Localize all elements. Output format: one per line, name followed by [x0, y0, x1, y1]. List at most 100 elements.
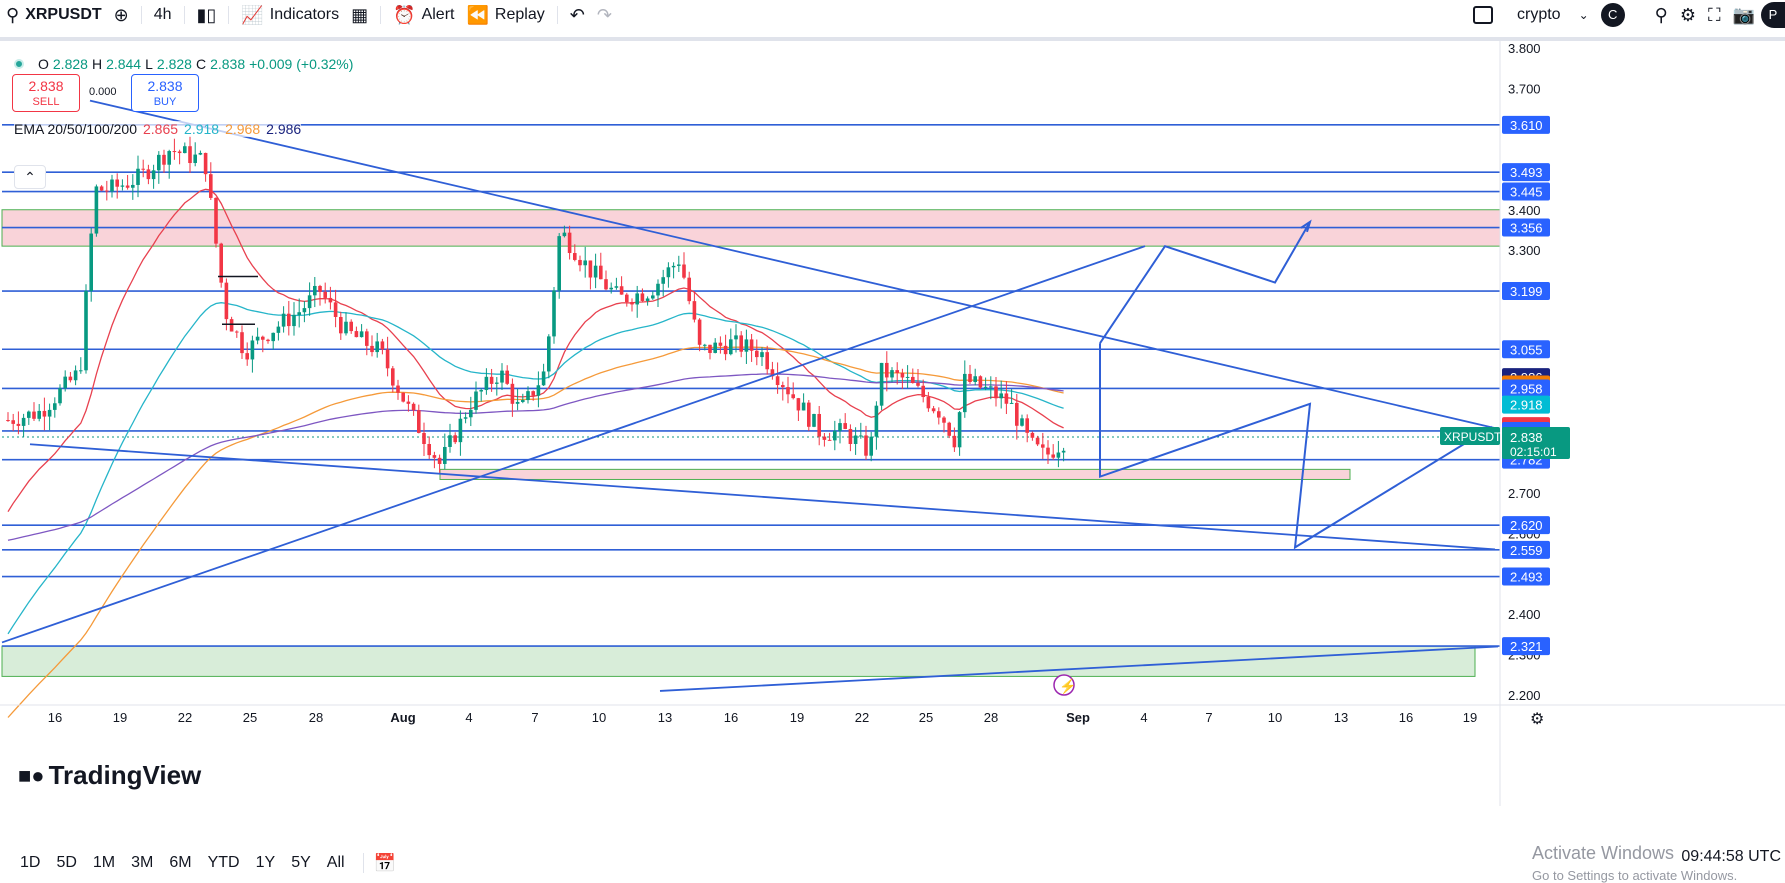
candle-body — [562, 232, 567, 237]
candle-body — [235, 331, 239, 333]
timeframe-5d[interactable]: 5D — [48, 854, 84, 872]
candle-body — [125, 185, 130, 188]
collapse-legend-button[interactable]: ⌃ — [14, 165, 46, 189]
candle-body — [359, 331, 364, 338]
candle-body — [900, 372, 905, 378]
candle-body — [765, 352, 769, 370]
price-badge-label: 2.918 — [1510, 398, 1543, 413]
candle-body — [1056, 452, 1061, 458]
candle-body — [432, 455, 437, 458]
time-tick: 16 — [1399, 710, 1413, 725]
timeframe-1d[interactable]: 1D — [12, 854, 48, 872]
axis-gear-icon[interactable]: ⚙ — [1530, 711, 1544, 728]
open-label: O — [38, 56, 49, 72]
candle-body — [697, 319, 702, 345]
candle-body — [505, 370, 509, 384]
candle-body — [500, 370, 504, 383]
candle-body — [739, 335, 743, 352]
utc-clock[interactable]: 09:44:58 UTC — [1681, 848, 1781, 866]
candle-body — [401, 392, 405, 402]
sell-price: 2.838 — [28, 78, 64, 94]
price-tick: 2.700 — [1508, 486, 1541, 501]
buy-button[interactable]: 2.838 BUY — [131, 74, 199, 112]
date-range-button[interactable]: 📅 — [374, 853, 396, 874]
candle-body — [68, 376, 73, 381]
time-tick: 19 — [790, 710, 804, 725]
candle-body — [1046, 447, 1050, 455]
timeframe-3m[interactable]: 3M — [123, 854, 161, 872]
candle-body — [136, 168, 140, 185]
time-tick: 7 — [531, 710, 538, 725]
price-badge-label: 2.958 — [1510, 381, 1543, 396]
candle-body — [198, 152, 203, 155]
candle-body — [443, 446, 447, 464]
timeframe-all[interactable]: All — [319, 854, 353, 872]
candle-body — [853, 435, 858, 445]
sell-button[interactable]: 2.838 SELL — [12, 74, 80, 112]
timeframe-6m[interactable]: 6M — [161, 854, 199, 872]
calendar-icon: 📅 — [373, 852, 396, 873]
ema-label: EMA 20/50/100/200 — [14, 121, 137, 137]
candle-body — [1004, 393, 1009, 404]
demand-zone — [1, 645, 1476, 677]
time-tick: 10 — [592, 710, 606, 725]
candle-body — [921, 385, 925, 398]
price-tick: 2.400 — [1508, 607, 1541, 622]
time-tick: 16 — [48, 710, 62, 725]
price-tick: 3.300 — [1508, 243, 1541, 258]
candle-body — [885, 362, 889, 378]
price-badge-label: 3.610 — [1510, 118, 1543, 133]
candle-body — [157, 154, 161, 171]
candle-body — [146, 169, 151, 180]
timeframe-1m[interactable]: 1M — [85, 854, 123, 872]
candle-body — [255, 336, 260, 341]
candle-body — [786, 387, 790, 395]
candle-body — [567, 232, 572, 254]
candle-body — [318, 285, 322, 292]
candle-body — [989, 386, 993, 388]
price-tick: 3.800 — [1508, 41, 1541, 56]
candle-body — [630, 302, 634, 305]
timeframe-5y[interactable]: 5Y — [283, 854, 319, 872]
ema-legend[interactable]: EMA 20/50/100/200 2.865 2.918 2.968 2.98… — [14, 121, 302, 137]
candle-body — [916, 383, 920, 386]
candle-body — [890, 370, 894, 378]
candle-body — [812, 413, 816, 427]
candle-body — [833, 430, 837, 441]
candle-body — [822, 436, 827, 440]
tv-logo-icon: ■● — [18, 762, 45, 788]
candle-body — [791, 394, 795, 399]
candle-body — [718, 342, 723, 346]
candle-body — [1051, 454, 1055, 458]
timeframe-list: 1D 5D 1M 3M 6M YTD 1Y 5Y All — [12, 854, 353, 872]
price-badge-label: 3.445 — [1510, 185, 1543, 200]
candle-body — [385, 349, 390, 369]
candle-body — [281, 313, 286, 327]
time-tick: 7 — [1205, 710, 1212, 725]
candle-body — [879, 362, 884, 406]
time-tick: 13 — [658, 710, 672, 725]
tradingview-logo[interactable]: ■● TradingView — [18, 760, 201, 791]
chevron-up-icon: ⌃ — [24, 169, 36, 185]
price-badge-label: 3.199 — [1510, 284, 1543, 299]
candle-body — [671, 265, 676, 268]
candle-body — [708, 344, 712, 353]
candle-body — [573, 253, 577, 260]
drawings-layer: ⚡ — [1, 99, 1499, 696]
support-zone — [439, 468, 1351, 480]
horizontal-lines-layer — [2, 124, 1500, 647]
timeframe-1y[interactable]: 1Y — [248, 854, 284, 872]
time-tick: Sep — [1066, 710, 1090, 725]
candle-body — [11, 420, 15, 424]
candle-body — [79, 370, 83, 372]
candle-body — [110, 179, 114, 192]
candle-body — [760, 352, 764, 358]
candle-body — [531, 391, 535, 396]
candle-body — [84, 290, 88, 371]
candle-body — [193, 154, 197, 164]
candle-body — [375, 341, 379, 353]
candle-body — [541, 371, 546, 386]
candle-body — [515, 401, 520, 404]
candle-body — [328, 297, 333, 303]
timeframe-ytd[interactable]: YTD — [200, 854, 248, 872]
